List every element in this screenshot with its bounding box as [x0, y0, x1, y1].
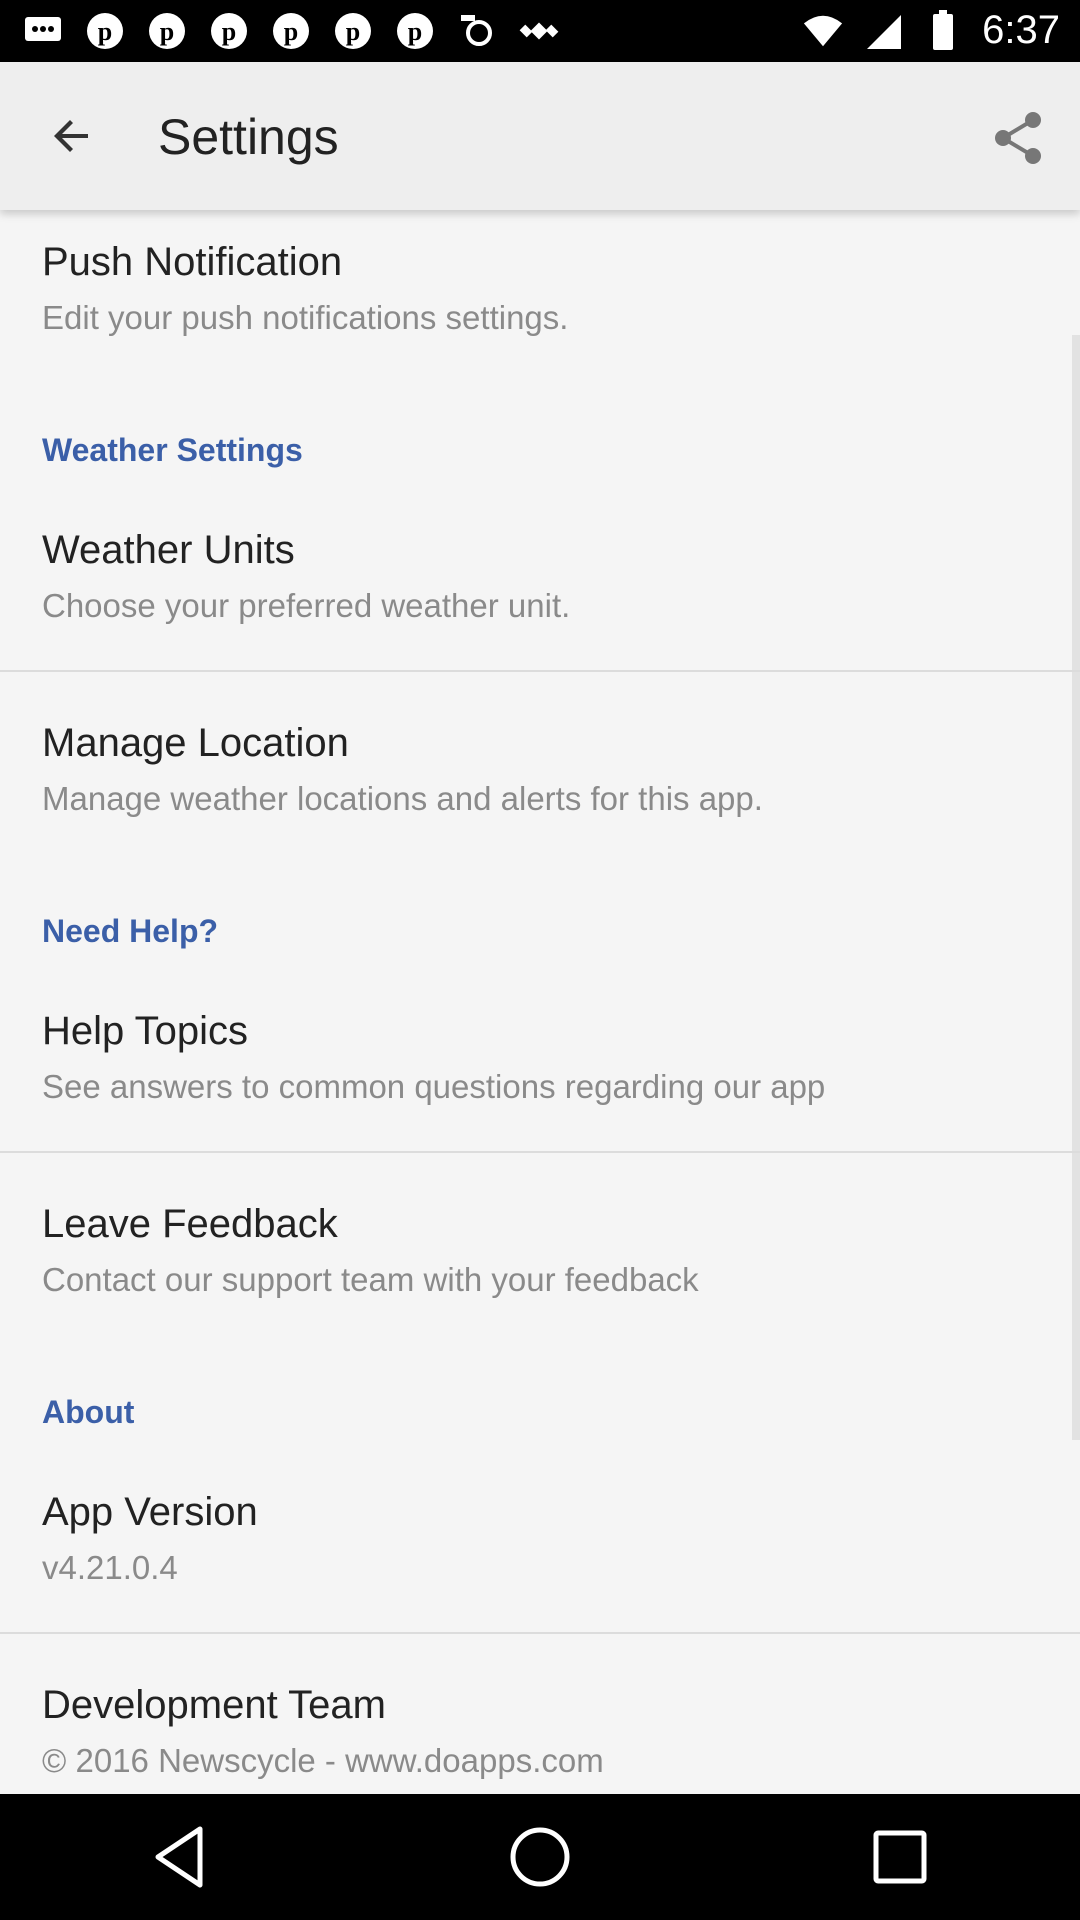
svg-text:p: p [284, 17, 298, 46]
status-time: 6:37 [982, 8, 1060, 52]
item-subtitle: v4.21.0.4 [42, 1549, 178, 1586]
messages-icon [22, 10, 64, 52]
development-team-item[interactable]: Development Team © 2016 Newscycle - www.… [42, 1683, 604, 1780]
item-title: Weather Units [42, 528, 295, 572]
item-title: Development Team [42, 1683, 386, 1727]
satellite-icon [518, 10, 560, 52]
arrow-back-icon [54, 120, 88, 152]
section-header-help: Need Help? [42, 913, 219, 949]
leave-feedback-item[interactable]: Leave Feedback Contact our support team … [42, 1202, 699, 1299]
item-title: Leave Feedback [42, 1202, 338, 1246]
svg-text:p: p [98, 17, 112, 46]
share-icon [995, 112, 1041, 164]
item-subtitle: Edit your push notifications settings. [42, 299, 569, 336]
app-bar: Settings [0, 62, 1080, 210]
pinterest-icon: p [270, 10, 312, 52]
pinterest-icon: p [146, 10, 188, 52]
item-subtitle: See answers to common questions regardin… [42, 1068, 826, 1105]
pinterest-icon: p [84, 10, 126, 52]
recents-square-icon [873, 1830, 927, 1884]
scrollbar[interactable] [1072, 335, 1080, 1440]
home-circle-icon [510, 1827, 570, 1887]
section-header-about: About [42, 1394, 135, 1430]
svg-text:p: p [408, 17, 422, 46]
settings-list[interactable]: Push Notification Edit your push notific… [0, 210, 1080, 1794]
item-subtitle: © 2016 Newscycle - www.doapps.com [42, 1742, 604, 1779]
svg-text:p: p [346, 17, 360, 46]
pinterest-icon: p [332, 10, 374, 52]
section-header-weather: Weather Settings [42, 432, 303, 468]
item-subtitle: Contact our support team with your feedb… [42, 1261, 699, 1298]
back-triangle-icon [155, 1826, 203, 1888]
manage-location-item[interactable]: Manage Location Manage weather locations… [42, 721, 763, 818]
navigation-bar [0, 1794, 1080, 1920]
divider [0, 670, 1080, 672]
back-button[interactable] [36, 106, 108, 166]
share-button[interactable] [982, 102, 1054, 174]
push-notification-item[interactable]: Push Notification Edit your push notific… [42, 240, 568, 337]
fake-gps-icon [456, 10, 498, 52]
svg-text:p: p [222, 17, 236, 46]
status-bar: p p p p p p 6:37 [0, 0, 1080, 62]
help-topics-item[interactable]: Help Topics See answers to common questi… [42, 1009, 825, 1106]
pinterest-icon: p [394, 10, 436, 52]
wifi-icon [802, 10, 844, 52]
notification-icons: p p p p p p [22, 10, 560, 52]
item-subtitle: Choose your preferred weather unit. [42, 587, 571, 624]
battery-icon [922, 9, 964, 52]
divider [0, 1632, 1080, 1634]
signal-icon [862, 10, 904, 52]
pinterest-icon: p [208, 10, 250, 52]
app-version-item[interactable]: App Version v4.21.0.4 [42, 1490, 258, 1587]
weather-units-item[interactable]: Weather Units Choose your preferred weat… [42, 528, 570, 625]
divider [0, 1151, 1080, 1153]
system-icons: 6:37 [802, 8, 1060, 53]
page-title: Settings [158, 109, 339, 165]
item-title: Help Topics [42, 1009, 249, 1053]
svg-text:p: p [160, 17, 174, 46]
item-title: Push Notification [42, 240, 343, 284]
item-title: Manage Location [42, 721, 349, 765]
item-title: App Version [42, 1490, 258, 1534]
nav-home-button[interactable] [480, 1807, 600, 1907]
nav-back-button[interactable] [120, 1807, 240, 1907]
item-subtitle: Manage weather locations and alerts for … [42, 780, 763, 817]
nav-recents-button[interactable] [840, 1807, 960, 1907]
